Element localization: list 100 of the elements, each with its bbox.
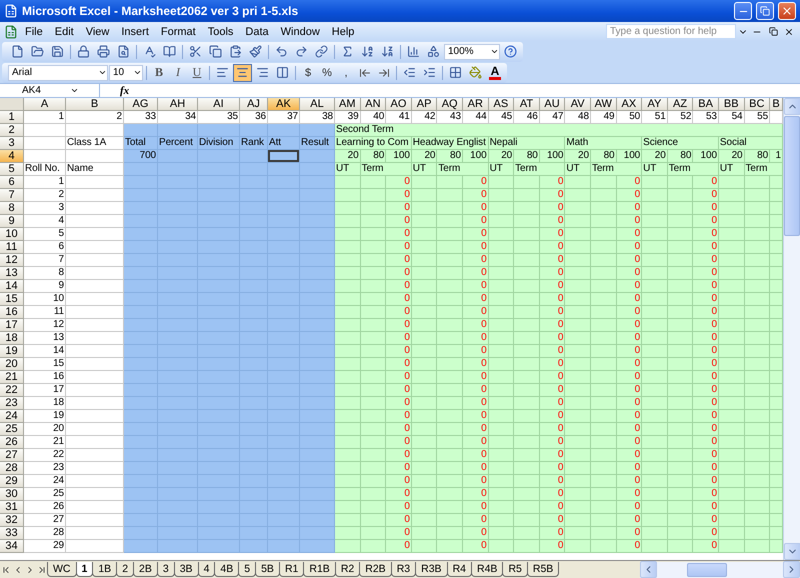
sheet-tab[interactable]: R5B: [526, 562, 560, 577]
sheet-tab[interactable]: R2B: [359, 562, 392, 577]
row-header[interactable]: 3: [0, 137, 24, 150]
sheet-tab[interactable]: R4B: [471, 562, 504, 577]
function-label[interactable]: fx: [120, 84, 130, 96]
row-header[interactable]: 31: [0, 501, 24, 514]
row-header[interactable]: 26: [0, 436, 24, 449]
menu-item[interactable]: View: [80, 24, 114, 38]
column-header[interactable]: AG: [124, 98, 158, 111]
row-header[interactable]: 2: [0, 124, 24, 137]
row-header[interactable]: 16: [0, 306, 24, 319]
font-color-button[interactable]: A: [486, 64, 504, 82]
scroll-down-button[interactable]: [784, 543, 800, 560]
scroll-left-button[interactable]: [640, 561, 657, 578]
row-header[interactable]: 33: [0, 527, 24, 540]
row-header[interactable]: 10: [0, 228, 24, 241]
row-header[interactable]: 1: [0, 111, 24, 124]
menu-item[interactable]: Tools: [202, 24, 238, 38]
column-header[interactable]: AT: [514, 98, 540, 111]
row-header[interactable]: 20: [0, 358, 24, 371]
column-header[interactable]: BA: [693, 98, 719, 111]
row-header[interactable]: 19: [0, 345, 24, 358]
menu-item[interactable]: Format: [156, 24, 201, 38]
row-header[interactable]: 18: [0, 332, 24, 345]
font-field[interactable]: Arial: [8, 64, 108, 80]
workbook-icon[interactable]: [4, 24, 18, 38]
column-header[interactable]: AR: [462, 98, 489, 111]
menu-item[interactable]: Help: [326, 24, 360, 38]
column-header[interactable]: AW: [590, 98, 617, 111]
scroll-thumb[interactable]: [784, 116, 800, 236]
column-header[interactable]: B: [770, 98, 783, 111]
column-header[interactable]: AH: [158, 98, 198, 111]
column-header[interactable]: AP: [412, 98, 438, 111]
menu-item[interactable]: Window: [276, 24, 325, 38]
row-header[interactable]: 29: [0, 475, 24, 488]
row-header[interactable]: 11: [0, 241, 24, 254]
scroll-right-button[interactable]: [783, 561, 800, 578]
text-style-button[interactable]: I: [169, 64, 187, 82]
sheet-tab[interactable]: R3: [390, 562, 416, 577]
font-size-field[interactable]: 10: [109, 64, 143, 80]
text-style-button[interactable]: B: [150, 64, 168, 82]
sheet-tab[interactable]: 2B: [133, 562, 158, 577]
sheet-tab[interactable]: 1: [76, 562, 94, 577]
sheet-tab[interactable]: 4: [198, 562, 216, 577]
scroll-thumb[interactable]: [687, 562, 727, 576]
sheet-tab[interactable]: R4: [446, 562, 472, 577]
number-format-button[interactable]: $: [299, 64, 317, 82]
number-format-button[interactable]: %: [318, 64, 336, 82]
row-header[interactable]: 27: [0, 449, 24, 462]
column-header[interactable]: AL: [300, 98, 335, 111]
sheet-tab[interactable]: 3B: [174, 562, 199, 577]
menu-item[interactable]: Data: [240, 24, 274, 38]
row-header[interactable]: 25: [0, 423, 24, 436]
sheet-tab[interactable]: WC: [47, 562, 76, 577]
column-header[interactable]: A: [24, 98, 66, 111]
number-format-button[interactable]: ,: [337, 64, 355, 82]
sheet-tab[interactable]: 5B: [255, 562, 280, 577]
row-header[interactable]: 14: [0, 280, 24, 293]
row-header[interactable]: 9: [0, 215, 24, 228]
sheet-tab[interactable]: 3: [156, 562, 175, 577]
align-center-button[interactable]: [233, 64, 252, 82]
sheet-tab[interactable]: R2: [334, 562, 360, 577]
column-header[interactable]: AZ: [668, 98, 694, 111]
row-header[interactable]: 13: [0, 267, 24, 280]
help-search-field[interactable]: Type a question for help: [606, 24, 736, 39]
column-header[interactable]: AI: [198, 98, 240, 111]
row-header[interactable]: 17: [0, 319, 24, 332]
menu-item[interactable]: Insert: [116, 24, 154, 38]
column-header[interactable]: AS: [488, 98, 514, 111]
row-header[interactable]: 7: [0, 189, 24, 202]
column-header[interactable]: AM: [335, 98, 361, 111]
column-header[interactable]: AO: [386, 98, 412, 111]
row-header[interactable]: 15: [0, 293, 24, 306]
sheet-tab[interactable]: R3B: [415, 562, 448, 577]
row-header[interactable]: 21: [0, 371, 24, 384]
column-header[interactable]: BC: [744, 98, 770, 111]
menu-item[interactable]: File: [20, 24, 48, 38]
row-header[interactable]: 30: [0, 488, 24, 501]
column-header[interactable]: AX: [616, 98, 642, 111]
sheet-tab[interactable]: 5: [238, 562, 256, 577]
row-header[interactable]: 24: [0, 410, 24, 423]
scroll-up-button[interactable]: [784, 98, 800, 115]
column-header[interactable]: AY: [642, 98, 668, 111]
text-style-button[interactable]: U: [188, 64, 206, 82]
sheet-tab[interactable]: R1B: [303, 562, 336, 577]
row-header[interactable]: 8: [0, 202, 24, 215]
row-header[interactable]: 22: [0, 384, 24, 397]
column-header[interactable]: AK: [268, 98, 300, 111]
sheet-tab[interactable]: R1: [278, 562, 304, 577]
row-header[interactable]: 32: [0, 514, 24, 527]
row-header[interactable]: 5: [0, 163, 24, 176]
column-header[interactable]: AV: [565, 98, 591, 111]
row-header[interactable]: 23: [0, 397, 24, 410]
sheet-tab[interactable]: 4B: [214, 562, 240, 577]
row-header[interactable]: 28: [0, 462, 24, 475]
minimize-button[interactable]: [734, 2, 752, 20]
zoom-field[interactable]: 100%: [444, 44, 500, 60]
column-header[interactable]: B: [66, 98, 124, 111]
column-header[interactable]: AU: [540, 98, 566, 111]
row-header[interactable]: 12: [0, 254, 24, 267]
